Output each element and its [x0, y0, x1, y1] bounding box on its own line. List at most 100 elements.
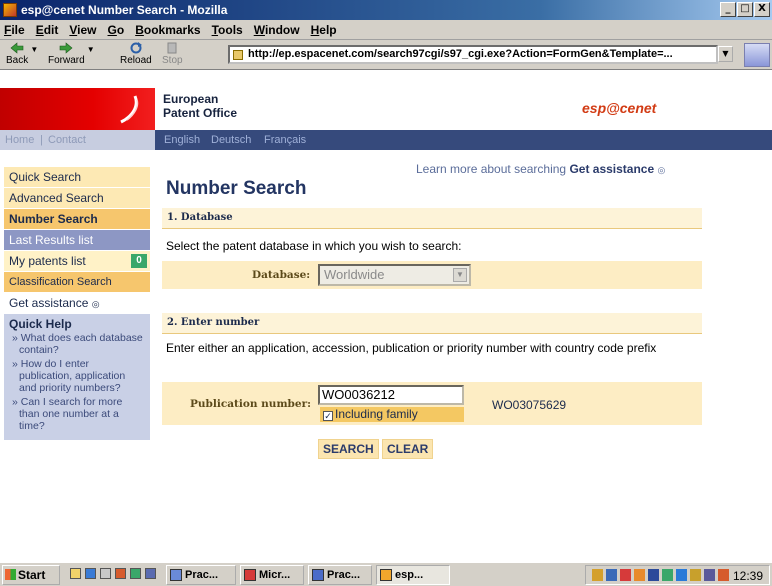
tray-icon[interactable] — [620, 569, 631, 581]
page-title: Number Search — [166, 178, 307, 199]
quicklaunch-app-icon[interactable] — [115, 568, 126, 579]
quick-help-link[interactable]: » Can I search for more than one number … — [9, 396, 145, 432]
menu-go[interactable]: Go — [108, 23, 125, 37]
get-assistance-link[interactable]: Get assistance — [569, 162, 654, 176]
sidebar-item-last-results[interactable]: Last Results list — [4, 230, 150, 251]
url-text: http://ep.espacenet.com/search97cgi/s97_… — [248, 48, 673, 60]
quick-help-link[interactable]: » What does each database contain? — [9, 332, 145, 356]
sidebar-item-label: Get assistance — [9, 296, 89, 310]
including-family-option[interactable]: ✓ Including family — [320, 407, 464, 422]
quick-help-link[interactable]: » How do I enter publication, applicatio… — [9, 358, 145, 394]
navigation-toolbar: Back ▼ Forward ▼ Reload Stop http://ep.e… — [0, 40, 772, 70]
menu-help[interactable]: Help — [311, 23, 337, 37]
url-bar[interactable]: http://ep.espacenet.com/search97cgi/s97_… — [228, 45, 718, 64]
task-button[interactable]: Prac... — [308, 565, 372, 585]
learn-more-bar: Learn more about searching Get assistanc… — [416, 162, 665, 176]
sidebar-item-label: Classification Search — [9, 276, 112, 288]
divider — [162, 333, 702, 334]
sidebar-item-quick-search[interactable]: Quick Search — [4, 167, 150, 188]
task-app-icon — [170, 569, 182, 581]
publication-number-input[interactable]: WO0036212 — [318, 385, 464, 405]
clock: 12:39 — [732, 569, 763, 583]
back-button[interactable]: Back ▼ — [6, 42, 38, 66]
window-title: esp@cenet Number Search - Mozilla — [21, 3, 228, 17]
sidebar-item-label: Advanced Search — [9, 191, 104, 205]
quicklaunch-desktop-icon[interactable] — [70, 568, 81, 579]
url-dropdown-icon[interactable]: ▼ — [718, 46, 733, 62]
contact-link[interactable]: Contact — [48, 134, 86, 146]
forward-button[interactable]: Forward ▼ — [48, 42, 95, 66]
publication-number-example: WO03075629 — [492, 398, 567, 412]
sidebar-item-advanced-search[interactable]: Advanced Search — [4, 188, 150, 209]
quicklaunch-app-icon[interactable] — [100, 568, 111, 579]
menu-window[interactable]: Window — [254, 23, 300, 37]
circle-arrow-icon: ◎ — [657, 165, 666, 175]
link-separator: | — [40, 134, 43, 146]
reload-label: Reload — [120, 55, 152, 66]
database-select[interactable]: Worldwide ▼ — [318, 264, 471, 286]
task-button[interactable]: Prac... — [166, 565, 236, 585]
sidebar-item-get-assistance[interactable]: Get assistance ◎ — [4, 293, 150, 314]
epo-red-banner — [0, 88, 155, 130]
maximize-button[interactable]: □ — [737, 2, 753, 17]
publication-number-value: WO0036212 — [322, 387, 395, 402]
english-link[interactable]: English — [164, 134, 200, 146]
task-label: esp... — [395, 569, 424, 581]
learn-more-link[interactable]: Learn more about searching — [416, 162, 566, 176]
window-titlebar: esp@cenet Number Search - Mozilla _ □ X — [0, 0, 772, 20]
quicklaunch-app-icon[interactable] — [130, 568, 141, 579]
tray-icon[interactable] — [648, 569, 659, 581]
menu-bookmarks[interactable]: Bookmarks — [135, 23, 200, 37]
start-button[interactable]: Start — [2, 565, 60, 585]
database-selected-value: Worldwide — [324, 267, 385, 282]
tray-icon[interactable] — [662, 569, 673, 581]
quick-help-panel: Quick Help » What does each database con… — [4, 314, 150, 440]
sidebar-item-number-search[interactable]: Number Search — [4, 209, 150, 230]
tray-icon[interactable] — [592, 569, 603, 581]
number-instruction: Enter either an application, accession, … — [166, 341, 657, 355]
circle-arrow-icon: ◎ — [91, 299, 100, 309]
minimize-button[interactable]: _ — [720, 2, 736, 17]
reload-icon — [130, 42, 142, 54]
sidebar-item-label: Number Search — [9, 212, 98, 226]
deutsch-link[interactable]: Deutsch — [211, 134, 251, 146]
tray-icon[interactable] — [704, 569, 715, 581]
task-label: Micr... — [259, 569, 291, 581]
epo-name-line2: Patent Office — [163, 106, 238, 120]
task-button-active[interactable]: esp... — [376, 565, 450, 585]
home-link[interactable]: Home — [5, 134, 34, 146]
forward-dropdown-icon[interactable]: ▼ — [87, 45, 95, 54]
menu-file[interactable]: File — [4, 23, 25, 37]
epo-name-line1: European — [163, 92, 219, 106]
task-app-icon — [244, 569, 256, 581]
tray-icon[interactable] — [606, 569, 617, 581]
including-family-checkbox[interactable]: ✓ — [323, 411, 333, 421]
quicklaunch-ie-icon[interactable] — [85, 568, 96, 579]
tray-icon[interactable] — [634, 569, 645, 581]
menu-bar: File Edit View Go Bookmarks Tools Window… — [0, 20, 772, 40]
quicklaunch-app-icon[interactable] — [145, 568, 156, 579]
system-tray: 12:39 — [585, 565, 770, 585]
tray-icon[interactable] — [676, 569, 687, 581]
tray-icon[interactable] — [690, 569, 701, 581]
stop-label: Stop — [162, 55, 183, 66]
menu-edit[interactable]: Edit — [36, 23, 59, 37]
database-label: Database: — [252, 269, 311, 281]
menu-tools[interactable]: Tools — [212, 23, 243, 37]
sidebar-item-my-patents[interactable]: My patents list 0 — [4, 251, 150, 272]
menu-view[interactable]: View — [69, 23, 96, 37]
mozilla-app-icon — [3, 3, 17, 17]
reload-button[interactable]: Reload — [120, 42, 152, 66]
close-button[interactable]: X — [754, 2, 770, 17]
search-button[interactable]: SEARCH — [318, 439, 379, 459]
tray-icon[interactable] — [718, 569, 729, 581]
francais-link[interactable]: Français — [264, 134, 306, 146]
back-dropdown-icon[interactable]: ▼ — [30, 45, 38, 54]
sidebar-item-classification[interactable]: Classification Search — [4, 272, 150, 293]
stop-button[interactable]: Stop — [162, 42, 183, 66]
my-patents-count-badge: 0 — [131, 254, 147, 268]
stop-icon — [167, 42, 177, 54]
clear-button[interactable]: CLEAR — [382, 439, 434, 459]
database-instruction: Select the patent database in which you … — [166, 239, 462, 253]
task-button[interactable]: Micr... — [240, 565, 304, 585]
